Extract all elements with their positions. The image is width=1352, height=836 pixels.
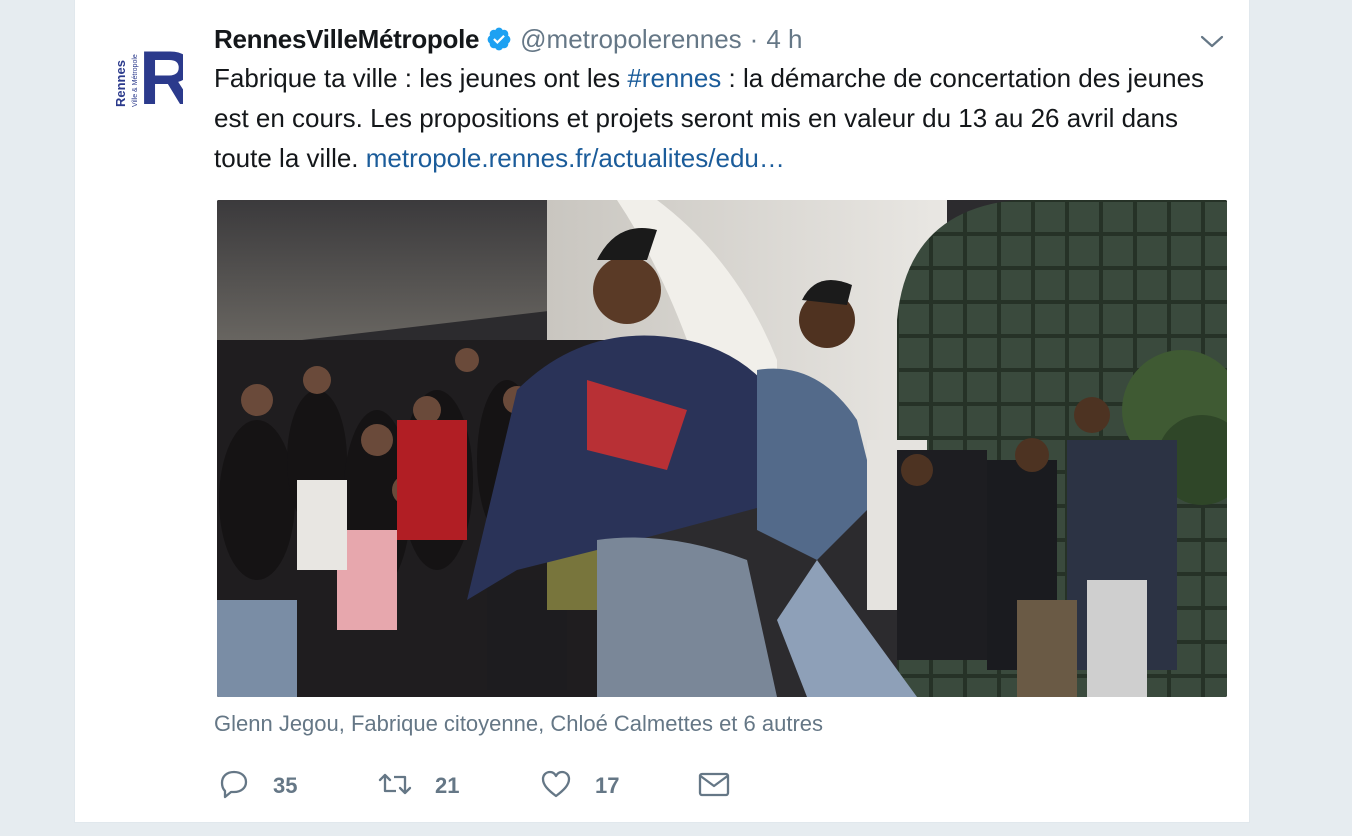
tweet-header: RennesVilleMétropole @metropolerennes · … [214, 22, 1225, 56]
retweet-button[interactable]: 21 [377, 767, 539, 806]
display-name[interactable]: RennesVilleMétropole [214, 24, 479, 55]
retweet-icon [377, 767, 413, 806]
separator-dot: · [749, 23, 759, 54]
url-link[interactable]: metropole.rennes.fr/actualites/edu… [366, 143, 785, 173]
handle[interactable]: @metropolerennes [520, 24, 742, 55]
heart-icon [539, 767, 573, 806]
verified-badge-icon [486, 26, 512, 52]
tweet-actions: 35 21 17 [217, 764, 731, 808]
tweet-text-part: Fabrique ta ville : les jeunes ont les [214, 63, 628, 93]
chevron-down-icon[interactable] [1199, 28, 1225, 54]
direct-message-button[interactable] [697, 767, 731, 806]
reply-count: 35 [273, 773, 298, 798]
envelope-icon [697, 767, 731, 806]
reply-button[interactable]: 35 [217, 767, 377, 806]
avatar[interactable]: Rennes Ville & Métropole R [111, 33, 183, 113]
retweet-count: 21 [435, 773, 460, 798]
tweet-photo[interactable] [217, 200, 1227, 697]
hashtag-link[interactable]: #rennes [627, 63, 721, 93]
like-count: 17 [595, 773, 620, 798]
logo-letter: R [139, 36, 183, 113]
like-button[interactable]: 17 [539, 767, 697, 806]
logo-subtext: Ville & Métropole [132, 54, 139, 107]
logo-text: Rennes [113, 60, 128, 107]
timestamp[interactable]: 4 h [766, 24, 802, 55]
tweet-text: Fabrique ta ville : les jeunes ont les #… [214, 58, 1234, 178]
tagged-people-link[interactable]: Glenn Jegou, Fabrique citoyenne, Chloé C… [214, 711, 823, 737]
reply-icon [217, 767, 251, 806]
tweet-card[interactable]: Rennes Ville & Métropole R RennesVilleMé… [74, 0, 1250, 823]
